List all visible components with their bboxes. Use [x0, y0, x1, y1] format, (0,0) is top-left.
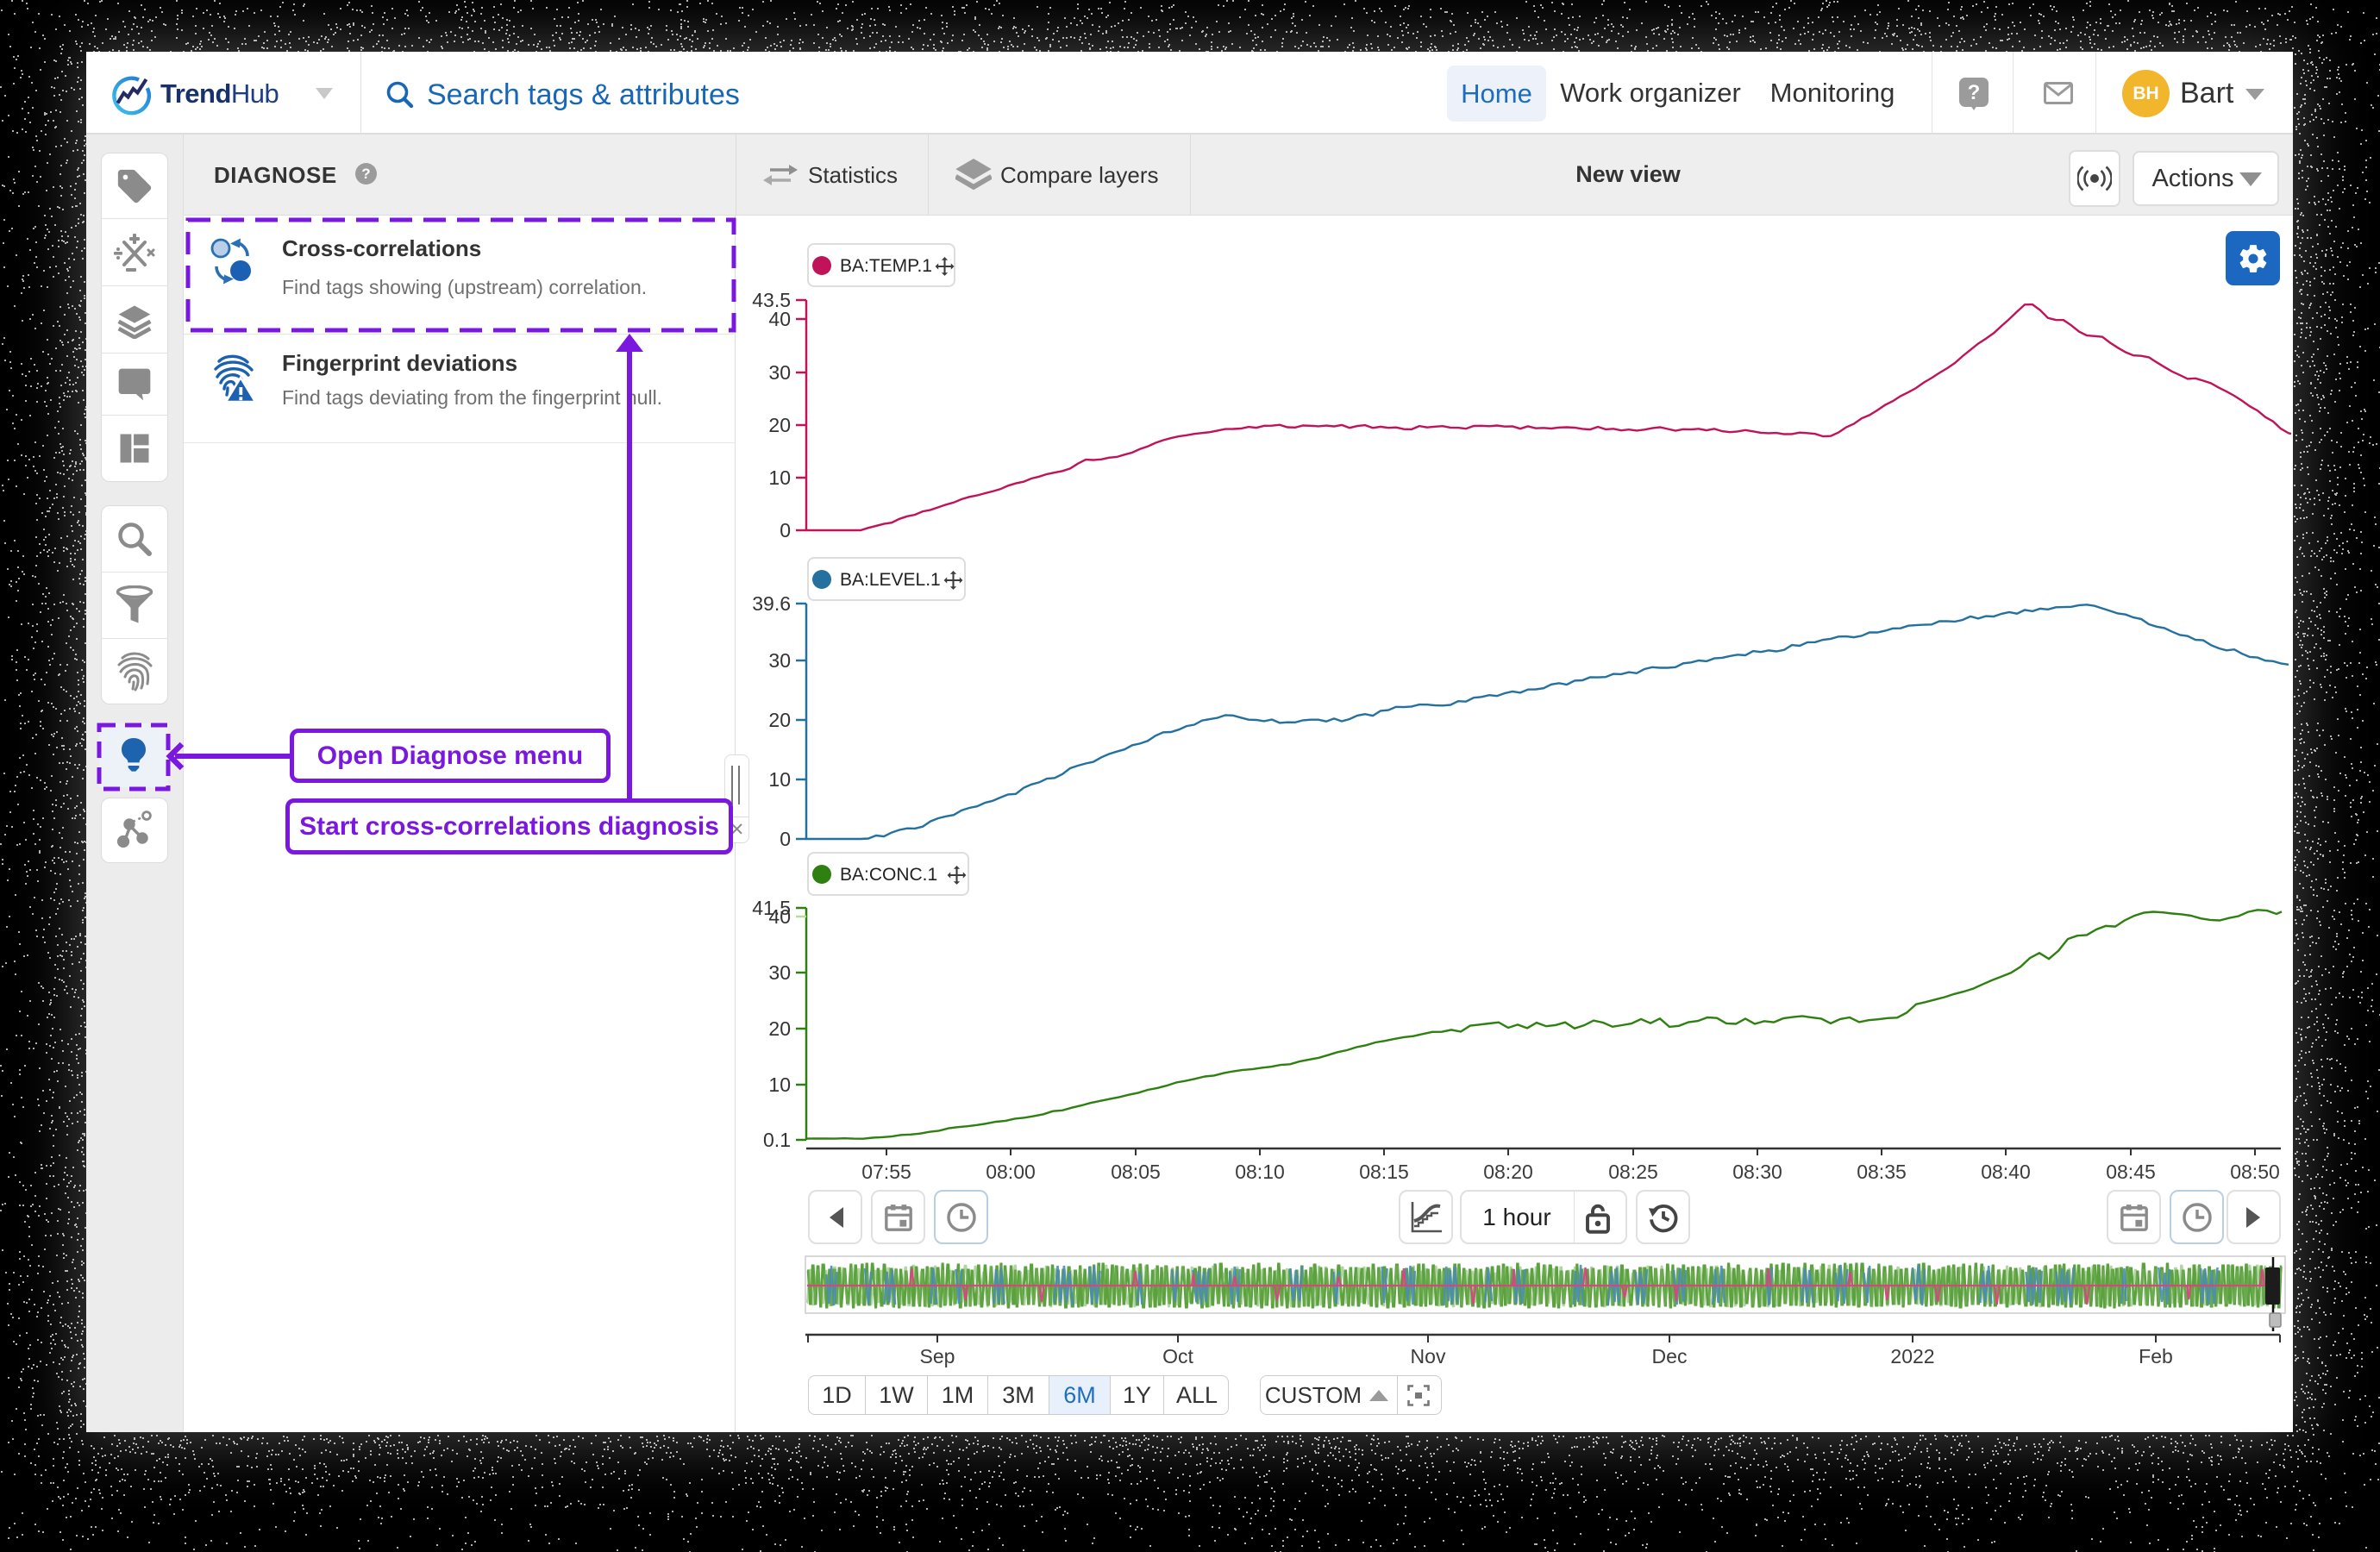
- svg-text:Feb: Feb: [2139, 1345, 2173, 1367]
- svg-text:40: 40: [768, 308, 791, 330]
- svg-text:0: 0: [780, 519, 791, 541]
- svg-text:20: 20: [768, 709, 791, 731]
- svg-text:10: 10: [768, 1073, 791, 1096]
- svg-text:40: 40: [768, 905, 791, 928]
- svg-text:08:25: 08:25: [1608, 1161, 1658, 1183]
- svg-text:Sep: Sep: [920, 1345, 955, 1367]
- svg-text:20: 20: [768, 414, 791, 436]
- svg-text:08:05: 08:05: [1111, 1161, 1161, 1183]
- svg-text:Oct: Oct: [1162, 1345, 1193, 1367]
- svg-text:0: 0: [780, 828, 791, 850]
- svg-text:2022: 2022: [1890, 1345, 1934, 1367]
- svg-text:30: 30: [768, 361, 791, 384]
- svg-text:0.1: 0.1: [763, 1129, 791, 1151]
- svg-text:30: 30: [768, 649, 791, 672]
- svg-text:Dec: Dec: [1652, 1345, 1688, 1367]
- svg-text:30: 30: [768, 961, 791, 984]
- svg-text:08:15: 08:15: [1359, 1161, 1409, 1183]
- svg-text:39.6: 39.6: [752, 592, 791, 615]
- svg-text:07:55: 07:55: [861, 1161, 911, 1183]
- svg-text:10: 10: [768, 768, 791, 791]
- svg-text:08:30: 08:30: [1732, 1161, 1782, 1183]
- svg-text:08:20: 08:20: [1483, 1161, 1533, 1183]
- svg-text:08:40: 08:40: [1981, 1161, 2031, 1183]
- svg-text:08:45: 08:45: [2106, 1161, 2156, 1183]
- svg-text:08:50: 08:50: [2230, 1161, 2280, 1183]
- svg-text:08:10: 08:10: [1235, 1161, 1285, 1183]
- svg-text:08:35: 08:35: [1857, 1161, 1907, 1183]
- svg-text:20: 20: [768, 1017, 791, 1040]
- svg-text:Nov: Nov: [1411, 1345, 1446, 1367]
- svg-text:10: 10: [768, 466, 791, 489]
- svg-text:08:00: 08:00: [986, 1161, 1036, 1183]
